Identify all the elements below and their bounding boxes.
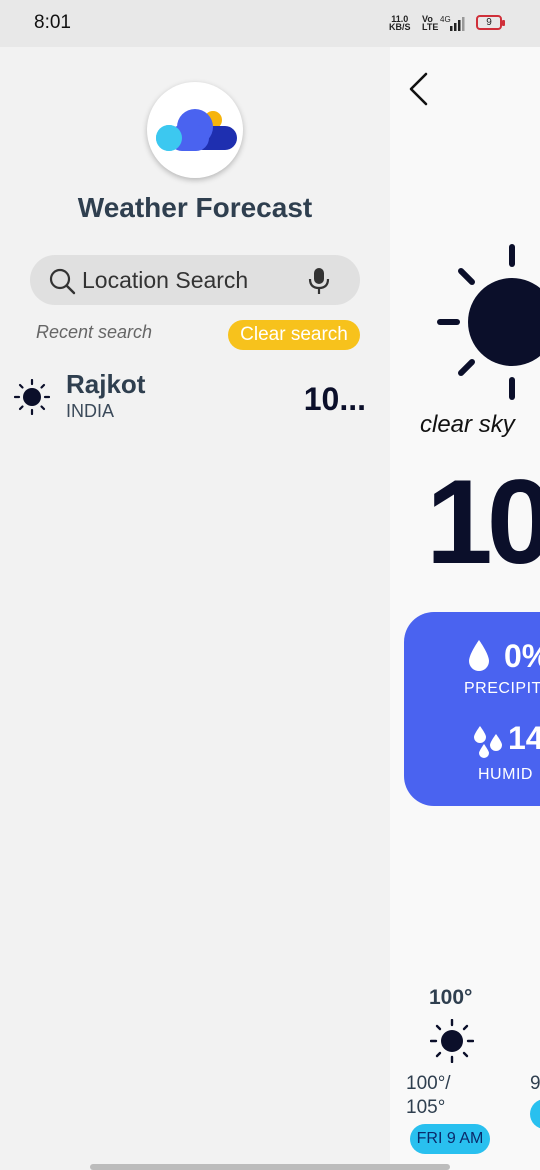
- precipitation-label: PRECIPIT: [464, 680, 540, 697]
- network-type: 4G: [440, 15, 451, 24]
- back-chevron-icon[interactable]: [406, 71, 432, 107]
- humidity-value: 14: [508, 720, 540, 756]
- network-speed-unit: KB/S: [389, 22, 411, 32]
- humidity-label: HUMID: [478, 766, 533, 783]
- sun-icon: [430, 1019, 474, 1063]
- volte-indicator: Vo LTE: [422, 15, 439, 32]
- hourly-range-low: 105°: [406, 1097, 446, 1118]
- current-temperature: 10: [426, 455, 540, 589]
- status-bar: 8:01 11.0 KB/S Vo LTE 4G 9: [0, 0, 540, 47]
- battery-icon: 9: [476, 15, 505, 30]
- hourly-time-pill[interactable]: FRI 9 AM: [410, 1124, 490, 1154]
- gesture-navigation-bar[interactable]: [90, 1164, 450, 1170]
- app-logo: [147, 82, 243, 178]
- recent-city-name: Rajkot: [66, 369, 146, 399]
- recent-search-label: Recent search: [36, 322, 153, 342]
- volte-bottom: LTE: [422, 22, 439, 32]
- clear-search-button[interactable]: Clear search: [228, 320, 360, 350]
- recent-temperature: 10...: [303, 381, 366, 417]
- navigation-drawer: Weather Forecast Recent search Clear sea…: [0, 47, 390, 1170]
- humidity-drops-icon: [474, 726, 502, 758]
- water-drop-icon: [469, 640, 489, 671]
- recent-search-item[interactable]: Rajkot INDIA 10...: [14, 369, 374, 429]
- cloud-sun-icon: [156, 109, 237, 151]
- location-search-input[interactable]: [82, 255, 302, 305]
- app-title: Weather Forecast: [77, 192, 313, 223]
- hourly-temperature: 100°: [429, 986, 473, 1009]
- network-speed: 11.0 KB/S: [389, 15, 411, 32]
- location-search-bar[interactable]: [30, 255, 360, 305]
- search-icon[interactable]: [48, 267, 76, 295]
- weather-main-panel: clear sky 10 0% PRECIPIT 14 HUMID 100° 1…: [390, 47, 540, 1170]
- weather-condition: clear sky: [420, 411, 515, 438]
- sun-icon: [14, 379, 50, 415]
- sun-icon: [437, 244, 540, 400]
- microphone-icon[interactable]: [307, 267, 331, 295]
- hourly-range-high: 9: [530, 1073, 540, 1094]
- hourly-range-high: 100°/: [406, 1073, 451, 1094]
- recent-country-name: INDIA: [66, 401, 115, 421]
- weather-details-card: 0% PRECIPIT 14 HUMID: [404, 612, 540, 806]
- hourly-time-pill[interactable]: [530, 1099, 540, 1129]
- signal-icon: 4G: [440, 15, 465, 31]
- precipitation-value: 0%: [504, 638, 540, 674]
- status-time: 8:01: [34, 12, 71, 33]
